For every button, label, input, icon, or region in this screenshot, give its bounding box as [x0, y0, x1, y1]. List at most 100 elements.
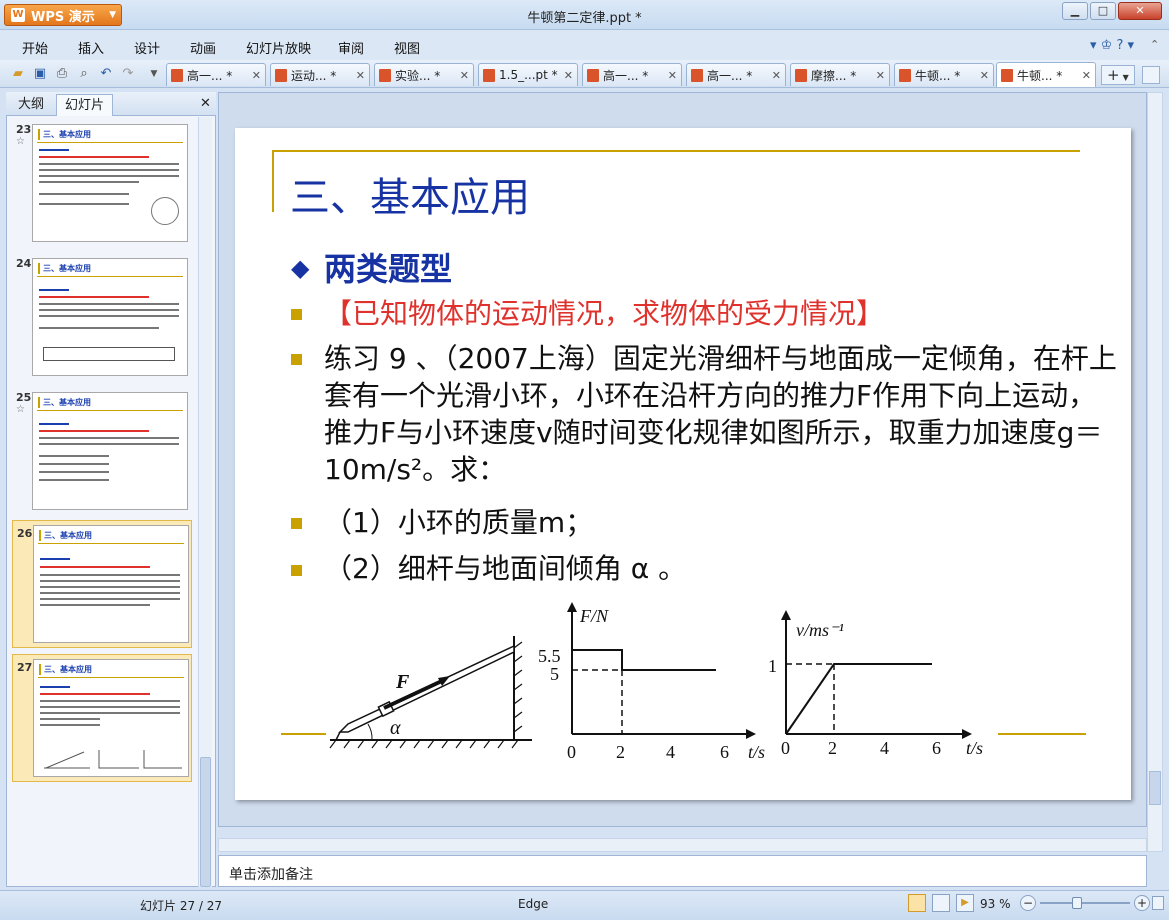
thumb-line [40, 604, 150, 606]
doc-tab[interactable]: 高一... * ✕ [686, 63, 786, 86]
maximize-button[interactable]: □ [1090, 2, 1116, 20]
graph2-xtick: 4 [880, 738, 889, 758]
window-list-icon[interactable] [1142, 66, 1160, 84]
menu-view[interactable]: 视图 [394, 38, 420, 57]
slideshow-icon[interactable]: ▶ [956, 894, 974, 912]
notes-input[interactable]: 单击添加备注 [218, 855, 1147, 887]
thumbnail-scrollbar[interactable] [198, 117, 212, 887]
thumb-rule [37, 276, 183, 277]
zoom-out-button[interactable]: − [1020, 895, 1036, 911]
slide-title[interactable]: 三、基本应用 [290, 165, 530, 223]
doc-tab[interactable]: 牛顿... * ✕ [894, 63, 994, 86]
thumb-line [39, 309, 179, 311]
incline-figure: F α [326, 628, 536, 750]
angle-label: α [390, 717, 401, 739]
thumb-line [39, 296, 149, 298]
bullet-text[interactable]: （1）小环的质量m； [324, 504, 1114, 541]
thumbnail-item-current[interactable]: 27 三、基本应用 [12, 654, 192, 782]
slide-sorter-icon[interactable] [932, 894, 950, 912]
doc-tab[interactable]: 运动... * ✕ [270, 63, 370, 86]
menu-insert[interactable]: 插入 [78, 38, 104, 57]
close-icon[interactable]: ✕ [564, 69, 573, 82]
thumb-line [40, 706, 180, 708]
graph2-ylabel: v/ms⁻¹ [796, 620, 844, 640]
slide-thumbnail: 三、基本应用 [32, 124, 188, 242]
graph1-xtick: 4 [666, 742, 675, 762]
force-time-graph: F/N 5.5 5 0 2 4 6 t/s [536, 600, 782, 770]
fit-window-icon[interactable] [1152, 896, 1164, 910]
print-preview-icon[interactable]: ⌕ [76, 66, 92, 82]
panel-close-icon[interactable]: ✕ [200, 96, 211, 111]
tab-outline[interactable]: 大纲 [10, 94, 52, 116]
doc-tab[interactable]: 1.5_...pt * ✕ [478, 63, 578, 86]
thumb-line [39, 175, 179, 177]
close-icon[interactable]: ✕ [356, 69, 365, 82]
velocity-time-graph: v/ms⁻¹ 1 0 2 4 6 t/s [768, 600, 998, 770]
ribbon-toggle-icon[interactable]: ⌃ [1150, 38, 1159, 51]
editor-hscrollbar[interactable] [218, 838, 1147, 852]
doc-tab[interactable]: 高一... * ✕ [582, 63, 682, 86]
doc-tab-active[interactable]: 牛顿... * ✕ [996, 62, 1096, 87]
ppt-file-icon [1001, 68, 1013, 82]
bullet-text[interactable]: （2）细杆与地面间倾角 α 。 [324, 550, 1114, 587]
thumb-line [39, 193, 129, 195]
minimize-button[interactable]: ▁ [1062, 2, 1088, 20]
close-icon[interactable]: ✕ [460, 69, 469, 82]
thumb-rule [37, 142, 183, 143]
thumbnail-item[interactable]: 24 三、基本应用 [12, 254, 192, 382]
close-button[interactable]: ✕ [1118, 2, 1162, 20]
wps-logo-icon: W [11, 8, 25, 22]
doc-tab[interactable]: 实验... * ✕ [374, 63, 474, 86]
zoom-in-button[interactable]: + [1134, 895, 1150, 911]
menu-animation[interactable]: 动画 [190, 38, 216, 57]
chevron-down-icon: ▼ [1122, 73, 1129, 82]
doc-tab-label: 运动... * [291, 68, 337, 83]
bullet-text[interactable]: 练习 9 、（2007上海）固定光滑细杆与地面成一定倾角，在杆上套有一个光滑小环… [324, 340, 1122, 488]
thumbnail-item[interactable]: 26 三、基本应用 [12, 520, 192, 648]
close-icon[interactable]: ✕ [1082, 69, 1091, 82]
thumb-title: 三、基本应用 [39, 530, 92, 541]
doc-tab[interactable]: 摩擦... * ✕ [790, 63, 890, 86]
close-icon[interactable]: ✕ [876, 69, 885, 82]
scrollbar-thumb[interactable] [1149, 771, 1161, 805]
new-tab-button[interactable]: + ▼ [1101, 65, 1135, 85]
close-icon[interactable]: ✕ [772, 69, 781, 82]
graph1-ylabel: F/N [579, 606, 609, 626]
menu-review[interactable]: 审阅 [338, 38, 364, 57]
menu-slideshow[interactable]: 幻灯片放映 [246, 38, 311, 57]
thumb-line [39, 156, 149, 158]
close-icon[interactable]: ✕ [668, 69, 677, 82]
save-icon[interactable]: ▣ [32, 66, 48, 82]
graph2-xlabel: t/s [966, 738, 983, 758]
zoom-slider-track[interactable] [1040, 902, 1130, 904]
doc-tab-label: 牛顿... * [1017, 68, 1063, 83]
skin-icon[interactable]: ▾ ♔ ? ▾ [1090, 38, 1134, 53]
subtitle[interactable]: 两类题型 [324, 244, 452, 290]
close-icon[interactable]: ✕ [252, 69, 261, 82]
bullet-text-red[interactable]: 【已知物体的运动情况，求物体的受力情况】 [324, 295, 1114, 332]
print-icon[interactable]: ⎙ [54, 66, 70, 82]
normal-view-icon[interactable] [908, 894, 926, 912]
thumbnail-item[interactable]: 25 ☆ 三、基本应用 [12, 388, 192, 516]
close-icon[interactable]: ✕ [980, 69, 989, 82]
menu-home[interactable]: 开始 [22, 38, 48, 57]
thumb-line [39, 463, 109, 465]
app-menu-button[interactable]: W WPS 演示 ▼ [4, 4, 122, 26]
doc-tab[interactable]: 高一... * ✕ [166, 63, 266, 86]
zoom-level: 93 % [980, 897, 1011, 911]
ppt-file-icon [795, 68, 807, 82]
thumb-line [39, 169, 179, 171]
tab-slides[interactable]: 幻灯片 [56, 94, 114, 116]
customize-toolbar-icon[interactable]: ▼ [146, 66, 162, 82]
scrollbar-thumb[interactable] [200, 757, 211, 887]
open-icon[interactable]: ▰ [10, 66, 26, 82]
zoom-slider-thumb[interactable] [1072, 897, 1082, 909]
doc-tab-label: 牛顿... * [915, 68, 961, 83]
editor-vscrollbar[interactable] [1147, 92, 1163, 852]
thumbnail-item[interactable]: 23 ☆ 三、基本应用 [12, 120, 192, 248]
menu-design[interactable]: 设计 [134, 38, 160, 57]
thumb-line [39, 443, 179, 445]
redo-icon[interactable]: ↷ [120, 66, 136, 82]
undo-icon[interactable]: ↶ [98, 66, 114, 82]
thumb-line [40, 712, 180, 714]
